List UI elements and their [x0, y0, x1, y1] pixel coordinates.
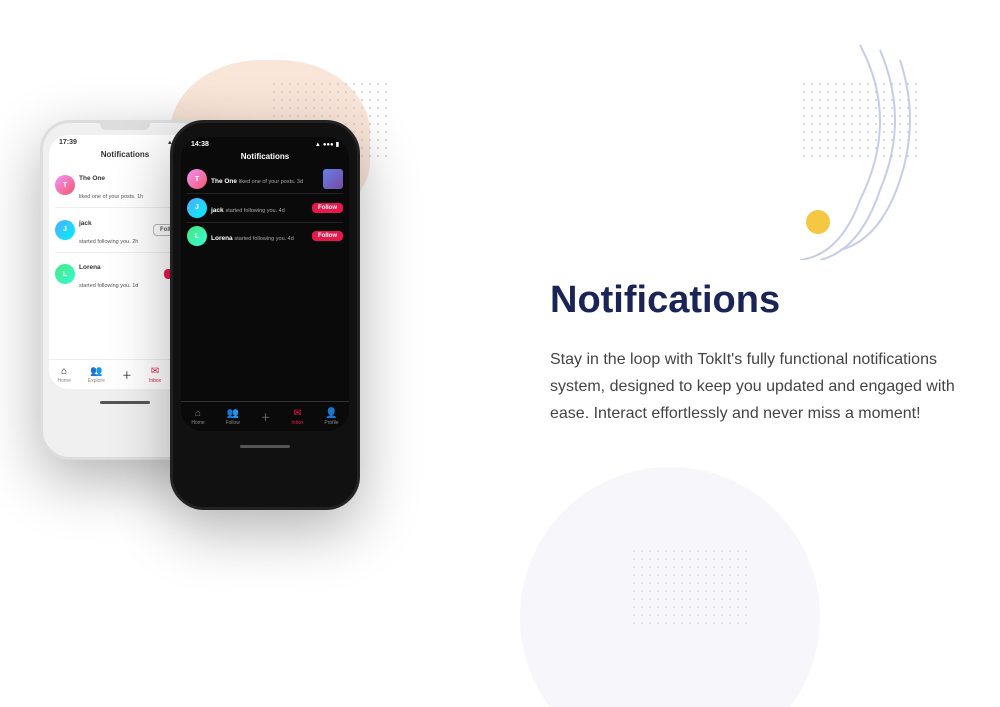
phone-front-screen: 14:38 ▲ ●●● ▮ Notifications [181, 137, 349, 431]
follow-button-2-front[interactable]: Follow [312, 203, 343, 213]
notif-text-1-back: The One liked one of your posts. 1h [79, 167, 171, 203]
notif-item-1-front: T The One liked one of your posts. 3d [181, 165, 349, 193]
time-back: 17:39 [59, 139, 77, 146]
nav-home-label-back: Home [58, 378, 71, 384]
nav-inbox-label-front: Inbox [291, 420, 303, 426]
nav-home-back[interactable]: ⌂ Home [58, 366, 71, 384]
screen-title-front: Notifications [181, 150, 349, 165]
notif-text-2-front: jack started following you. 4d [211, 199, 308, 217]
nav-profile-front[interactable]: 👤 Profile [324, 408, 338, 426]
explore-icon-back: 👥 [90, 366, 102, 377]
nav-explore-back[interactable]: 👥 Explore [88, 366, 105, 384]
notif-desc-3-front: started following you. 4d [234, 236, 293, 242]
notif-item-2-front: J jack started following you. 4d Follow [181, 194, 349, 222]
status-bar-front: 14:38 ▲ ●●● ▮ [181, 137, 349, 150]
nav-follow-front[interactable]: 👥 Follow [225, 408, 239, 426]
notif-text-1-front: The One liked one of your posts. 3d [211, 170, 319, 188]
avatar-2-front: J [187, 198, 207, 218]
notifications-list-front: T The One liked one of your posts. 3d J [181, 165, 349, 250]
notif-desc-2-front: started following you. 4d [225, 208, 284, 214]
add-icon-back: ＋ [122, 367, 132, 382]
feature-title: Notifications [550, 280, 960, 322]
nav-inbox-label-back: Inbox [149, 378, 161, 384]
nav-home-front[interactable]: ⌂ Home [191, 408, 204, 426]
notif-text-3-back: Lorena started following you. 1d [79, 256, 160, 292]
notif-text-2-back: jack started following you. 2h [79, 212, 149, 248]
notif-user-2-front: jack [211, 207, 225, 214]
avatar-3-front: L [187, 226, 207, 246]
nav-add-front[interactable]: ＋ [261, 409, 271, 424]
notif-user-1-back: The One [79, 175, 105, 182]
thumbnail-1-front [323, 169, 343, 189]
home-icon-front: ⌂ [195, 408, 201, 419]
notif-user-2-back: jack [79, 220, 92, 227]
follow-button-3-front[interactable]: Follow [312, 231, 343, 241]
home-indicator-front [240, 445, 290, 448]
avatar-3-back: L [55, 264, 75, 284]
add-icon-front: ＋ [261, 409, 271, 424]
time-front: 14:38 [191, 141, 209, 148]
profile-icon-front: 👤 [325, 408, 337, 419]
main-container: 17:39 ▲ ●●● ▮ Notifications [0, 0, 1000, 707]
nav-add-back[interactable]: ＋ [122, 367, 132, 382]
text-section: Notifications Stay in the loop with TokI… [520, 220, 1000, 487]
notif-user-3-back: Lorena [79, 264, 101, 271]
home-icon-back: ⌂ [61, 366, 67, 377]
home-indicator-back [100, 401, 150, 404]
notch-front [235, 123, 295, 131]
notif-desc-1-back: liked one of your posts. 1h [79, 194, 143, 200]
signal-icon-front: ●●● [323, 142, 334, 148]
nav-profile-label-front: Profile [324, 420, 338, 426]
front-screen-content: 14:38 ▲ ●●● ▮ Notifications [181, 137, 349, 431]
notif-text-3-front: Lorena started following you. 4d [211, 227, 308, 245]
notif-item-3-front: L Lorena started following you. 4d Follo… [181, 222, 349, 250]
nav-inbox-front[interactable]: ✉ Inbox [291, 408, 303, 426]
nav-home-label-front: Home [191, 420, 204, 426]
nav-inbox-back[interactable]: ✉ Inbox [149, 366, 161, 384]
notif-user-3-front: Lorena [211, 235, 234, 242]
bottom-nav-front: ⌂ Home 👥 Follow ＋ ✉ Inbox [181, 401, 349, 431]
phone-front: 14:38 ▲ ●●● ▮ Notifications [170, 120, 360, 510]
inbox-icon-back: ✉ [151, 366, 159, 377]
notif-desc-1-front: liked one of your posts. 3d [239, 179, 303, 185]
phones-section: 17:39 ▲ ●●● ▮ Notifications [0, 0, 520, 707]
notif-desc-3-back: started following you. 1d [79, 283, 138, 289]
follow-icon-front: 👥 [226, 408, 238, 419]
notif-desc-2-back: started following you. 2h [79, 239, 138, 245]
battery-icon-front: ▮ [336, 141, 339, 148]
feature-description: Stay in the loop with TokIt's fully func… [550, 346, 960, 428]
avatar-2-back: J [55, 220, 75, 240]
avatar-1-front: T [187, 169, 207, 189]
notif-user-1-front: The One [211, 178, 239, 185]
status-icons-front: ▲ ●●● ▮ [315, 141, 339, 148]
nav-follow-label-front: Follow [225, 420, 239, 426]
avatar-1-back: T [55, 175, 75, 195]
inbox-icon-front: ✉ [293, 408, 301, 419]
notch-back [100, 123, 150, 130]
wifi-icon-front: ▲ [315, 142, 321, 148]
nav-explore-label-back: Explore [88, 378, 105, 384]
